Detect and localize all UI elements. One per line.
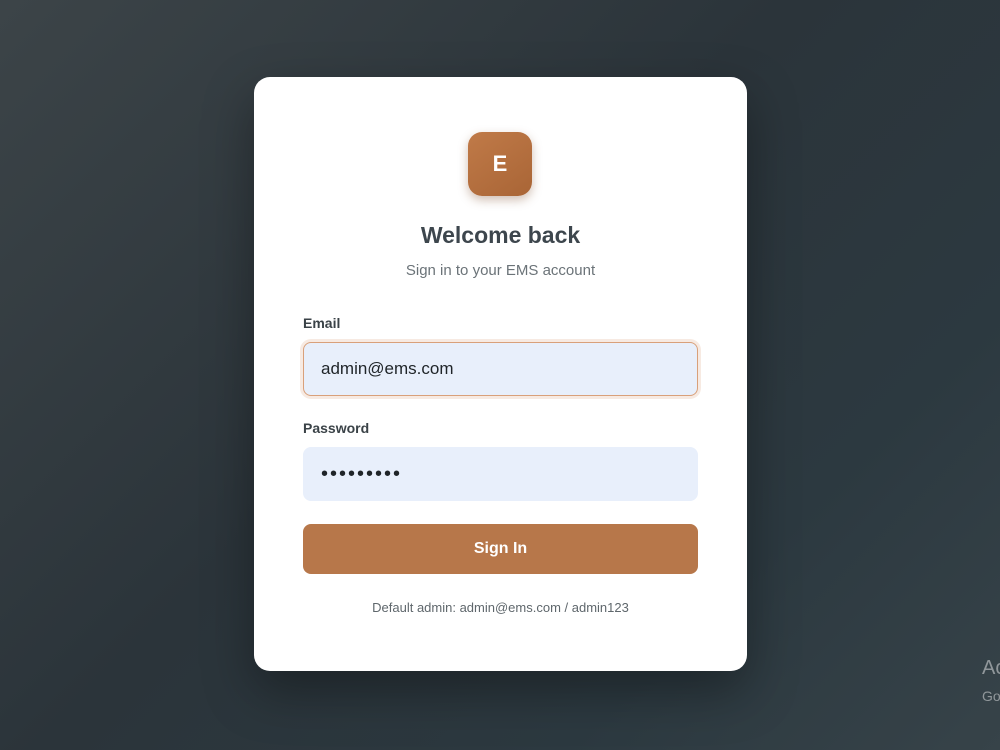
- password-label: Password: [303, 420, 370, 436]
- login-card: E Welcome back Sign in to your EMS accou…: [254, 77, 747, 671]
- logo-letter: E: [492, 151, 508, 176]
- activation-watermark-line2: Go: [982, 688, 1000, 704]
- password-field[interactable]: [303, 447, 698, 501]
- page-subtitle: Sign in to your EMS account: [405, 262, 596, 279]
- activation-watermark-line1: Ac: [982, 657, 1000, 679]
- page-title: Welcome back: [420, 222, 581, 248]
- email-field[interactable]: [303, 342, 698, 396]
- email-label: Email: [303, 315, 341, 331]
- sign-in-button[interactable]: Sign In: [303, 524, 698, 574]
- app-logo: E: [468, 132, 532, 196]
- default-credentials-hint: Default admin: admin@ems.com / admin123: [372, 600, 629, 615]
